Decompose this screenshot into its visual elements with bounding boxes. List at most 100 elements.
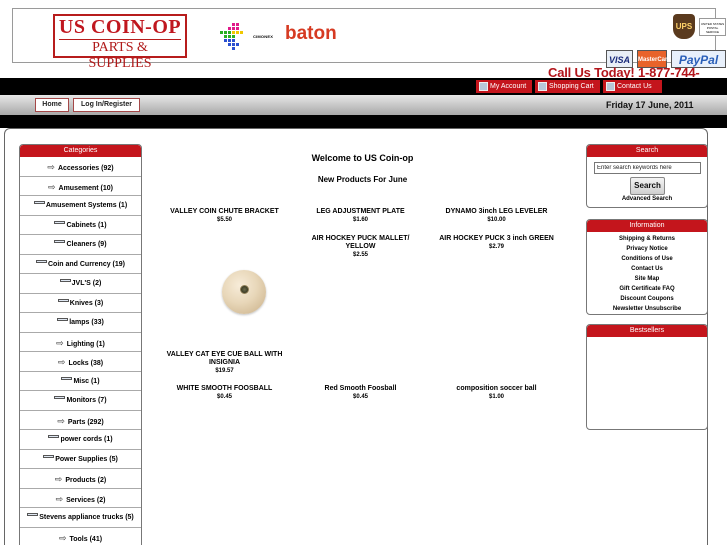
product-price: $2.55 — [352, 252, 368, 258]
category-label[interactable]: Lighting (1) — [67, 341, 105, 348]
information-link[interactable]: Gift Certificate FAQ — [587, 284, 707, 294]
category-item[interactable]: Misc (1) — [20, 372, 141, 391]
category-item[interactable]: Power Supplies (5) — [20, 450, 141, 469]
category-label[interactable]: Cabinets (1) — [66, 222, 106, 229]
category-item[interactable]: ⇨ Products (2) — [20, 469, 141, 489]
category-item[interactable]: Cabinets (1) — [20, 216, 141, 235]
shopping-cart-link[interactable]: Shopping Cart — [535, 80, 600, 93]
product-name[interactable]: AIR HOCKEY PUCK 3 inch GREEN — [439, 235, 554, 242]
search-button[interactable]: Search — [630, 177, 665, 195]
category-item[interactable]: ⇨ Services (2) — [20, 489, 141, 508]
subcategory-dash-icon — [61, 376, 73, 380]
product-name[interactable]: VALLEY COIN CHUTE BRACKET — [170, 208, 279, 215]
category-label[interactable]: Stevens appliance trucks (5) — [39, 514, 134, 521]
contact-us-link[interactable]: Contact Us — [603, 80, 662, 93]
information-link[interactable]: Site Map — [587, 274, 707, 284]
my-account-link[interactable]: My Account — [476, 80, 532, 93]
subcategory-dash-icon — [54, 220, 66, 224]
welcome-heading: Welcome to US Coin-op — [311, 153, 414, 163]
product-name[interactable]: AIR HOCKEY PUCK MALLET/ YELLOW — [312, 235, 410, 250]
cue-ball-product-image[interactable] — [222, 270, 266, 314]
us-coin-op-logo[interactable]: US COIN-OP PARTS & SUPPLIES — [53, 14, 187, 71]
category-item[interactable]: Coin and Currency (19) — [20, 255, 141, 274]
divider-strip — [0, 115, 727, 128]
categories-list: ⇨ Accessories (92) ⇨ Amusement (10) Amusemen… — [20, 157, 141, 545]
category-item[interactable]: ⇨ Amusement (10) — [20, 177, 141, 196]
category-item[interactable]: Monitors (7) — [20, 391, 141, 411]
category-label[interactable]: Coin and Currency (19) — [48, 261, 125, 268]
category-item[interactable]: ⇨ Tools (41) — [20, 528, 141, 545]
category-label[interactable]: JVL'S (2) — [72, 280, 102, 287]
product-name[interactable]: composition soccer ball — [456, 385, 536, 392]
category-label[interactable]: power cords (1) — [60, 436, 112, 443]
product-name[interactable]: WHITE SMOOTH FOOSBALL — [177, 385, 273, 392]
product-price: $1.00 — [488, 394, 504, 400]
product-name[interactable]: LEG ADJUSTMENT PLATE — [316, 208, 404, 215]
category-item[interactable]: ⇨ Lighting (1) — [20, 333, 141, 352]
product-name[interactable]: DYNAMO 3inch LEG LEVELER — [446, 208, 548, 215]
category-label[interactable]: Locks (38) — [68, 360, 103, 367]
information-link[interactable]: Privacy Notice — [587, 244, 707, 254]
category-label[interactable]: lamps (33) — [69, 319, 104, 326]
contact-icon — [606, 82, 615, 91]
information-link[interactable]: Contact Us — [587, 264, 707, 274]
search-box: Search Search Advanced Search — [586, 144, 708, 208]
category-item[interactable]: Amusement Systems (1) — [20, 196, 141, 216]
advanced-search-link[interactable]: Advanced Search — [587, 196, 707, 202]
category-item[interactable]: ⇨ Locks (38) — [20, 352, 141, 372]
product-item[interactable]: Red Smooth Foosball $0.45 — [298, 385, 423, 401]
top-nav-bar: My Account Shopping Cart Contact Us — [0, 78, 727, 95]
contact-us-label: Contact Us — [617, 83, 652, 90]
category-item[interactable]: lamps (33) — [20, 313, 141, 333]
cat-eye-insignia — [240, 285, 249, 294]
arrow-right-icon: ⇨ — [47, 162, 55, 172]
arrow-right-icon: ⇨ — [55, 493, 64, 504]
information-link[interactable]: Discount Coupons — [587, 294, 707, 304]
information-link[interactable]: Newsletter Unsubscribe — [587, 304, 707, 314]
category-item[interactable]: Stevens appliance trucks (5) — [20, 508, 141, 528]
product-item[interactable]: composition soccer ball $1.00 — [434, 385, 559, 401]
category-label[interactable]: Amusement (10) — [59, 185, 113, 192]
product-name[interactable]: Red Smooth Foosball — [325, 385, 397, 392]
product-item[interactable]: VALLEY COIN CHUTE BRACKET $5.50 — [162, 208, 287, 224]
category-label[interactable]: Monitors (7) — [66, 397, 106, 404]
category-item[interactable]: Cleaners (9) — [20, 235, 141, 255]
category-label[interactable]: Parts (292) — [68, 419, 104, 426]
category-label[interactable]: Knives (3) — [70, 300, 103, 307]
product-item[interactable]: LEG ADJUSTMENT PLATE $1.60 — [298, 208, 423, 224]
product-item[interactable]: DYNAMO 3inch LEG LEVELER $10.00 — [434, 208, 559, 224]
subcategory-dash-icon — [54, 396, 66, 399]
category-label[interactable]: Services (2) — [66, 497, 105, 504]
category-item[interactable]: ⇨ Accessories (92) — [20, 157, 141, 177]
product-item[interactable]: WHITE SMOOTH FOOSBALL $0.45 — [162, 385, 287, 401]
home-button[interactable]: Home — [35, 98, 69, 112]
category-label[interactable]: Accessories (92) — [58, 165, 114, 172]
arrow-right-icon: ⇨ — [54, 474, 63, 484]
subcategory-dash-icon — [59, 279, 71, 282]
login-register-button[interactable]: Log In/Register — [73, 98, 140, 112]
search-input[interactable] — [594, 162, 701, 174]
subcategory-dash-icon — [35, 259, 47, 263]
category-label[interactable]: Power Supplies (5) — [55, 456, 118, 463]
category-label[interactable]: Cleaners (9) — [66, 241, 106, 248]
category-item[interactable]: JVL'S (2) — [20, 274, 141, 294]
product-item[interactable]: AIR HOCKEY PUCK 3 inch GREEN $2.79 — [434, 235, 559, 251]
category-item[interactable]: Knives (3) — [20, 294, 141, 313]
product-item[interactable]: AIR HOCKEY PUCK MALLET/ YELLOW $2.55 — [298, 235, 423, 259]
category-label[interactable]: Products (2) — [65, 477, 106, 484]
category-item[interactable]: ⇨ Parts (292) — [20, 411, 141, 430]
subcategory-dash-icon — [43, 454, 55, 458]
my-account-label: My Account — [490, 83, 527, 90]
current-date: Friday 17 June, 2011 — [606, 100, 694, 110]
subcategory-dash-icon — [33, 201, 45, 204]
category-label[interactable]: Amusement Systems (1) — [46, 202, 127, 209]
subcategory-dash-icon — [48, 435, 60, 438]
product-item[interactable]: VALLEY CAT EYE CUE BALL WITH INSIGNIA $1… — [162, 351, 287, 375]
category-item[interactable]: power cords (1) — [20, 430, 141, 450]
arrow-right-icon: ⇨ — [57, 415, 65, 426]
information-link[interactable]: Conditions of Use — [587, 254, 707, 264]
information-link[interactable]: Shipping & Returns — [587, 234, 707, 244]
product-name[interactable]: VALLEY CAT EYE CUE BALL WITH INSIGNIA — [167, 351, 283, 366]
category-label[interactable]: Tools (41) — [70, 536, 103, 543]
category-label[interactable]: Misc (1) — [73, 378, 99, 385]
